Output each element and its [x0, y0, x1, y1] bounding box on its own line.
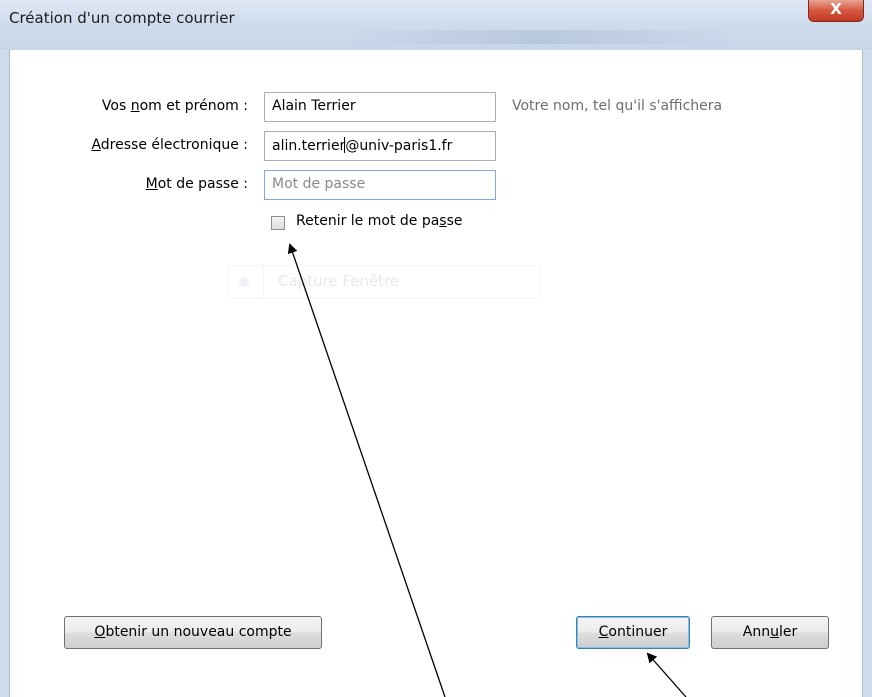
arrow-to-continue-button	[646, 652, 687, 697]
arrow-to-checkbox	[287, 243, 446, 697]
annotation-arrows	[287, 243, 687, 697]
